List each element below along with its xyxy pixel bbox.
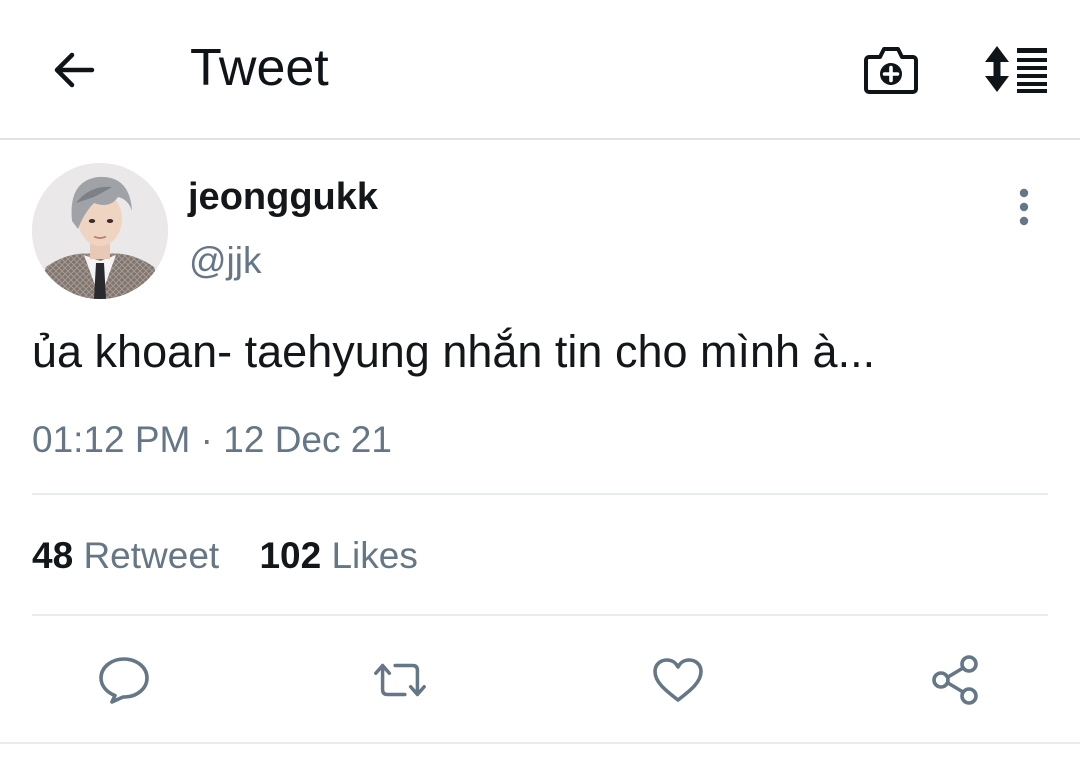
- camera-plus-icon: [864, 47, 918, 94]
- sort-button[interactable]: [978, 38, 1054, 100]
- tweet-timestamp: 01:12 PM · 12 Dec 21: [32, 416, 392, 464]
- user-handle[interactable]: @jjk: [189, 238, 262, 284]
- like-button[interactable]: [648, 650, 708, 710]
- reply-icon: [99, 657, 149, 704]
- profile-photo: [32, 163, 168, 299]
- share-button[interactable]: [926, 650, 986, 710]
- retweets-count: 48: [32, 535, 74, 576]
- avatar[interactable]: [32, 163, 168, 299]
- header-bar: Tweet: [0, 0, 1080, 140]
- tweet-time: 01:12 PM: [32, 419, 191, 460]
- likes-label: Likes: [331, 535, 418, 576]
- likes-count: 102: [259, 535, 322, 576]
- sort-list-icon: [985, 46, 1047, 93]
- tweet-page: Tweet jeonggukk @jjk ủa khoan- taehyung …: [0, 0, 1080, 758]
- likes-stat[interactable]: 102 Likes: [259, 532, 417, 580]
- tweet-stats: 48 Retweet 102 Likes: [32, 532, 418, 580]
- divider: [0, 742, 1080, 744]
- retweet-icon: [374, 663, 426, 697]
- reply-button[interactable]: [94, 650, 154, 710]
- like-icon: [653, 658, 703, 702]
- retweet-button[interactable]: [370, 650, 430, 710]
- tweet-date: 12 Dec 21: [223, 419, 392, 460]
- display-name[interactable]: jeonggukk: [188, 174, 378, 220]
- page-title: Tweet: [190, 39, 329, 97]
- divider: [32, 614, 1048, 616]
- more-options-button[interactable]: [1004, 184, 1044, 230]
- back-button[interactable]: [46, 42, 102, 98]
- camera-button[interactable]: [858, 38, 924, 100]
- divider: [32, 493, 1048, 495]
- arrow-left-icon: [54, 52, 95, 88]
- more-vertical-icon: [1019, 188, 1029, 226]
- retweets-stat[interactable]: 48 Retweet: [32, 532, 219, 580]
- share-icon: [932, 655, 978, 705]
- tweet-text: ủa khoan- taehyung nhắn tin cho mình à..…: [32, 326, 876, 377]
- retweets-label: Retweet: [83, 535, 220, 576]
- meta-separator: ·: [200, 419, 213, 460]
